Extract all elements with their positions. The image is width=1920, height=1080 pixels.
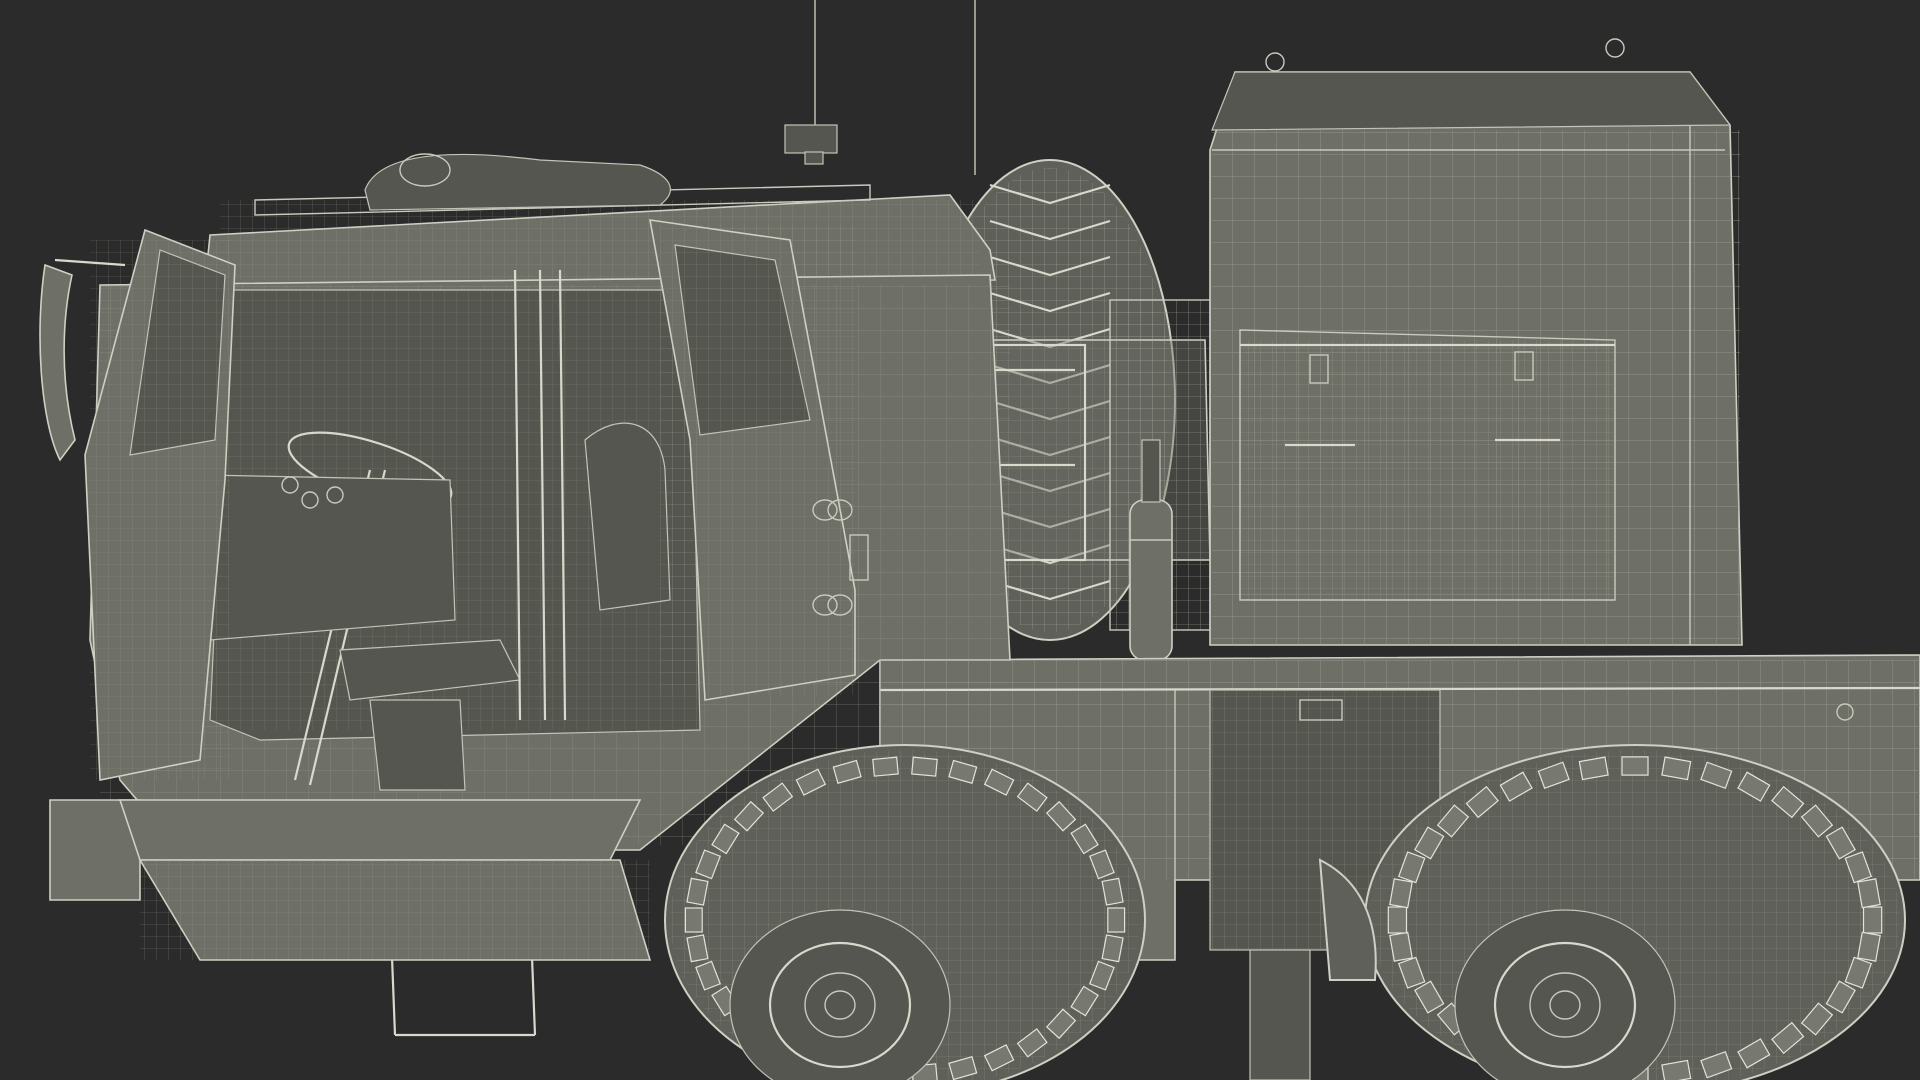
tread-lug xyxy=(686,877,709,906)
tread-lug xyxy=(1389,931,1413,962)
tread-lug xyxy=(1862,906,1883,934)
tread-lug xyxy=(1107,907,1126,933)
truck-wireframe-render xyxy=(0,0,1920,1080)
tread-lug xyxy=(1101,934,1124,963)
tread-lug xyxy=(686,934,709,963)
tread-lug xyxy=(1389,878,1413,909)
tread-lug xyxy=(872,756,899,777)
tread-lug xyxy=(1387,906,1408,934)
tread-lug xyxy=(1661,756,1692,781)
front-wheel xyxy=(664,744,1146,1080)
storage-box xyxy=(1209,38,1743,646)
tread-lug xyxy=(684,907,703,933)
tread-lug xyxy=(1621,756,1649,776)
tread-lug xyxy=(1857,878,1881,909)
rear-wheel xyxy=(1364,744,1906,1080)
tread-lug xyxy=(1857,931,1881,962)
tread-lug xyxy=(1101,877,1124,906)
tread-lug xyxy=(911,756,938,777)
right-door-open xyxy=(649,219,869,701)
tread-lug xyxy=(1578,756,1609,781)
